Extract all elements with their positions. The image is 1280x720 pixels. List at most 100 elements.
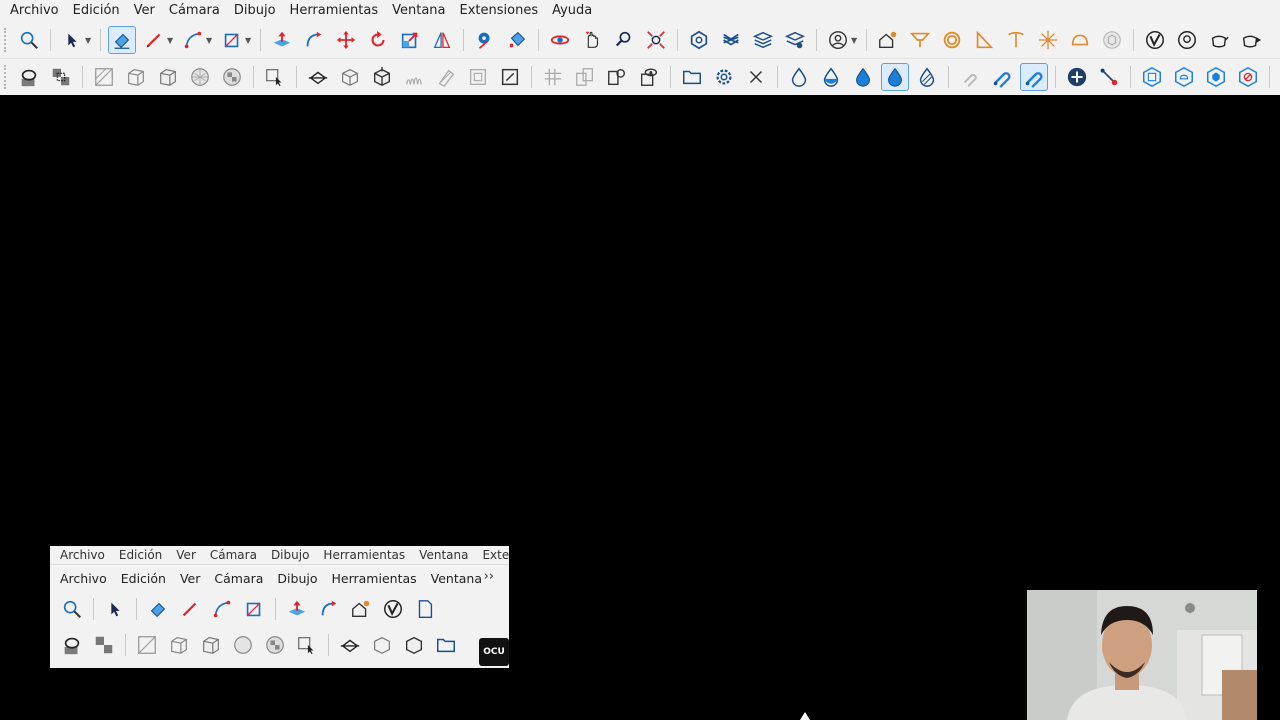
- layers-gear-icon[interactable]: [781, 26, 809, 54]
- magnet-off-icon[interactable]: [956, 63, 984, 91]
- thumb-menu-edicion[interactable]: Edición: [114, 571, 173, 586]
- warehouse-icon[interactable]: [685, 26, 713, 54]
- sandbox-smooth-icon[interactable]: [368, 63, 396, 91]
- monochrome-icon[interactable]: [262, 632, 288, 658]
- layers-icon[interactable]: [749, 26, 777, 54]
- drop-filled-icon[interactable]: [849, 63, 877, 91]
- eraser-icon[interactable]: [108, 26, 136, 54]
- pan-icon[interactable]: [578, 26, 606, 54]
- hexagon-b-icon[interactable]: [1170, 63, 1198, 91]
- sandbox-grid-icon[interactable]: [336, 63, 364, 91]
- shaded-icon[interactable]: [154, 63, 182, 91]
- chevron-down-icon[interactable]: ▼: [851, 36, 859, 45]
- pencil-icon[interactable]: [177, 596, 203, 622]
- view-eye-icon[interactable]: [635, 63, 663, 91]
- rectangle-icon[interactable]: [218, 26, 246, 54]
- vray-icon[interactable]: [380, 596, 406, 622]
- teapot-play-icon[interactable]: [1237, 26, 1265, 54]
- vray-icon[interactable]: [1141, 26, 1169, 54]
- thumb-menu-dibujo[interactable]: Dibujo: [270, 571, 324, 586]
- rotate-icon[interactable]: [364, 26, 392, 54]
- sandbox-smooth-icon[interactable]: [401, 632, 427, 658]
- menu-ayuda[interactable]: Ayuda: [545, 0, 599, 22]
- monochrome-icon[interactable]: [218, 63, 246, 91]
- page-icon[interactable]: [412, 596, 438, 622]
- textured-icon[interactable]: [230, 632, 256, 658]
- helmet-icon[interactable]: [1066, 26, 1094, 54]
- wireframe-icon[interactable]: [134, 632, 160, 658]
- sparkle-icon[interactable]: [1034, 26, 1062, 54]
- triangle-icon[interactable]: [970, 26, 998, 54]
- close-x-icon[interactable]: [742, 63, 770, 91]
- user-icon[interactable]: [824, 26, 852, 54]
- menu-herramientas[interactable]: Herramientas: [283, 0, 386, 22]
- settings-gear-icon[interactable]: [710, 63, 738, 91]
- shadow-icon[interactable]: [15, 63, 43, 91]
- hexagon-c-icon[interactable]: [1202, 63, 1230, 91]
- thumb-menu-camara[interactable]: Cámara: [207, 571, 270, 586]
- chevron-down-icon[interactable]: ▼: [167, 36, 175, 45]
- hidden-line-icon[interactable]: [122, 63, 150, 91]
- stack-icon[interactable]: [717, 26, 745, 54]
- scale-icon[interactable]: [396, 26, 424, 54]
- hexagon-d-icon[interactable]: [1234, 63, 1262, 91]
- zoom-window-icon[interactable]: [610, 26, 638, 54]
- push-pull-icon[interactable]: [268, 26, 296, 54]
- menu-ver[interactable]: Ver: [127, 0, 162, 22]
- section-cut-icon[interactable]: [337, 632, 363, 658]
- orbit-icon[interactable]: [546, 26, 574, 54]
- thumb-menu-herramientas[interactable]: Herramientas: [325, 571, 424, 586]
- box-icon[interactable]: [1098, 26, 1126, 54]
- teapot-icon[interactable]: [1205, 26, 1233, 54]
- sandbox-grid-icon[interactable]: [369, 632, 395, 658]
- xray-icon[interactable]: [91, 632, 117, 658]
- folder-icon[interactable]: [433, 632, 459, 658]
- menu-dibujo[interactable]: Dibujo: [227, 0, 283, 22]
- thumb-menu-archivo[interactable]: Archivo: [50, 571, 114, 586]
- menu-ventana[interactable]: Ventana: [385, 0, 452, 22]
- shadow-icon[interactable]: [59, 632, 85, 658]
- ceiling-light-icon[interactable]: [1002, 26, 1030, 54]
- magnet-icon[interactable]: [988, 63, 1016, 91]
- chevron-down-icon[interactable]: ▼: [245, 36, 253, 45]
- flip-icon[interactable]: [428, 26, 456, 54]
- zoom-extents-icon[interactable]: [642, 26, 670, 54]
- split-icon[interactable]: [603, 63, 631, 91]
- chevron-down-icon[interactable]: ▼: [85, 36, 93, 45]
- follow-me-icon[interactable]: [300, 26, 328, 54]
- drop-outline-icon[interactable]: [785, 63, 813, 91]
- folder-icon[interactable]: [678, 63, 706, 91]
- add-circle-icon[interactable]: [1063, 63, 1091, 91]
- menu-edicion[interactable]: Edición: [66, 0, 127, 22]
- zoom-icon[interactable]: [59, 596, 85, 622]
- select-icon[interactable]: [102, 596, 128, 622]
- connector-icon[interactable]: [1095, 63, 1123, 91]
- arc-icon[interactable]: [179, 26, 207, 54]
- chevron-down-icon[interactable]: ▼: [206, 36, 214, 45]
- hidden-line-icon[interactable]: [166, 632, 192, 658]
- sandbox-drape-icon[interactable]: [432, 63, 460, 91]
- menu-camara[interactable]: Cámara: [162, 0, 227, 22]
- hexagon-a-icon[interactable]: [1138, 63, 1166, 91]
- union-icon[interactable]: [571, 63, 599, 91]
- section-plane-icon[interactable]: [261, 63, 289, 91]
- menu-extensiones[interactable]: Extensiones: [453, 0, 546, 22]
- tape-measure-icon[interactable]: [471, 26, 499, 54]
- drop-stripes-icon[interactable]: [913, 63, 941, 91]
- section-cut-icon[interactable]: [304, 63, 332, 91]
- drop-half-icon[interactable]: [817, 63, 845, 91]
- section-plane-icon[interactable]: [294, 632, 320, 658]
- drop-selected-icon[interactable]: [881, 63, 909, 91]
- ring-icon[interactable]: [938, 26, 966, 54]
- zoom-icon[interactable]: [15, 26, 43, 54]
- menu-archivo[interactable]: Archivo: [0, 0, 66, 22]
- select-icon[interactable]: [58, 26, 86, 54]
- solid-outer-icon[interactable]: [496, 63, 524, 91]
- arc-icon[interactable]: [209, 596, 235, 622]
- follow-me-icon[interactable]: [316, 596, 342, 622]
- pencil-icon[interactable]: [140, 26, 168, 54]
- intersect-icon[interactable]: [539, 63, 567, 91]
- sandbox-stamp-icon[interactable]: [400, 63, 428, 91]
- rectangle-icon[interactable]: [241, 596, 267, 622]
- house-settings-icon[interactable]: [874, 26, 902, 54]
